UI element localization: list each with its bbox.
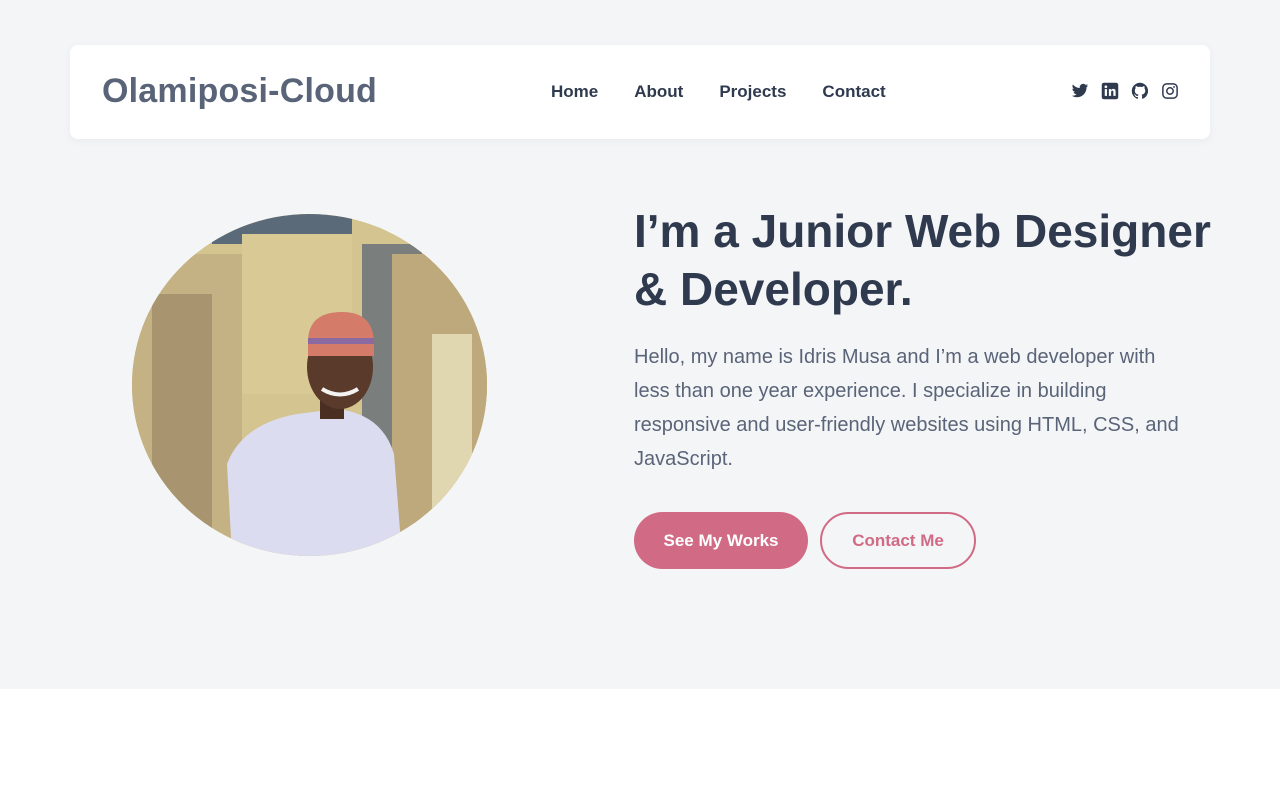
contact-me-button[interactable]: Contact Me — [820, 512, 976, 569]
instagram-icon[interactable] — [1161, 82, 1179, 100]
twitter-icon[interactable] — [1071, 82, 1089, 100]
nav-link-about[interactable]: About — [634, 82, 683, 102]
brand-logo[interactable]: Olamiposi-Cloud — [102, 72, 377, 111]
navbar: Olamiposi-Cloud Home About Projects Cont… — [70, 45, 1210, 139]
profile-photo-illustration — [132, 214, 487, 556]
nav-link-projects[interactable]: Projects — [719, 82, 786, 102]
linkedin-icon[interactable] — [1101, 82, 1119, 100]
nav-link-contact[interactable]: Contact — [822, 82, 885, 102]
profile-photo — [132, 214, 487, 556]
nav-links: Home About Projects Contact — [551, 82, 922, 102]
github-icon[interactable] — [1131, 82, 1149, 100]
hero-headline: I’m a Junior Web Designer & Developer. — [634, 205, 1211, 315]
nav-link-home[interactable]: Home — [551, 82, 598, 102]
see-my-works-button[interactable]: See My Works — [634, 512, 808, 569]
social-links — [1071, 82, 1179, 100]
hero-intro: Hello, my name is Idris Musa and I’m a w… — [634, 346, 1179, 470]
